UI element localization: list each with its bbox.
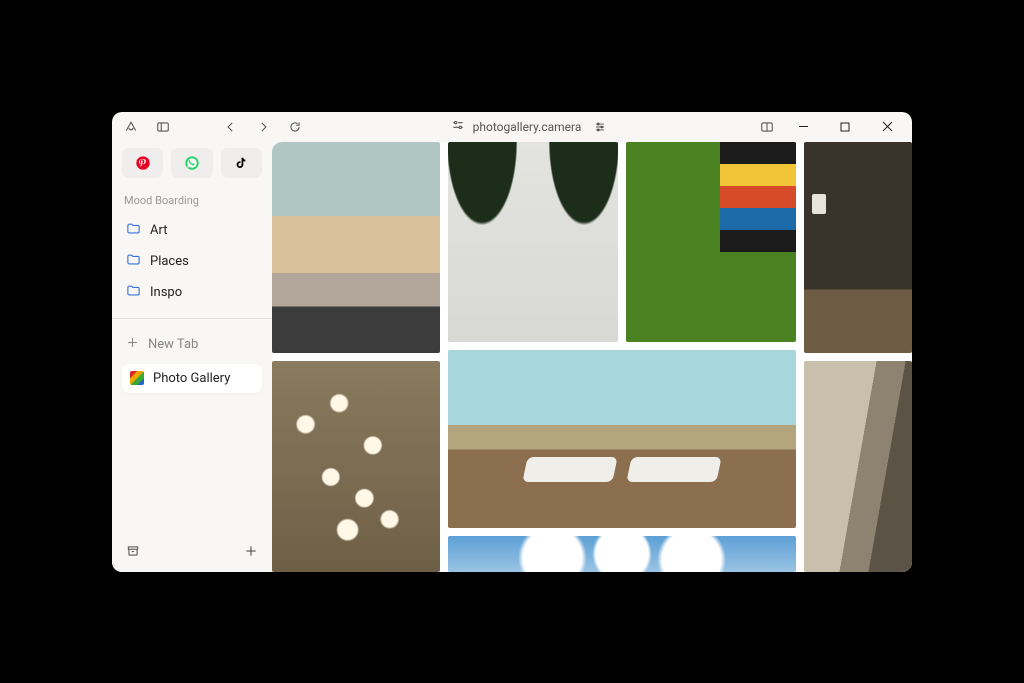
folder-icon bbox=[126, 221, 141, 240]
window-maximize[interactable] bbox=[828, 114, 862, 140]
gallery-image[interactable] bbox=[448, 350, 796, 528]
plus-icon bbox=[126, 336, 139, 353]
folder-places[interactable]: Places bbox=[122, 246, 262, 277]
gallery-image[interactable] bbox=[448, 142, 618, 342]
pinned-apps-row bbox=[122, 148, 262, 178]
address-bar[interactable]: photogallery.camera bbox=[451, 118, 582, 135]
page-settings-icon[interactable] bbox=[589, 116, 611, 138]
sidebar-footer bbox=[122, 532, 262, 562]
browser-window: photogallery.camera bbox=[112, 112, 912, 572]
sidebar: Mood Boarding Art Places Inspo New Tab P… bbox=[112, 142, 272, 572]
arc-logo-icon[interactable] bbox=[120, 116, 142, 138]
folder-icon bbox=[126, 283, 141, 302]
sidebar-section-label: Mood Boarding bbox=[124, 194, 260, 207]
forward-button[interactable] bbox=[252, 116, 274, 138]
folder-art[interactable]: Art bbox=[122, 215, 262, 246]
pinned-tiktok[interactable] bbox=[221, 148, 262, 178]
folder-label: Inspo bbox=[150, 285, 182, 300]
pinned-whatsapp[interactable] bbox=[171, 148, 212, 178]
split-view-icon[interactable] bbox=[756, 116, 778, 138]
window-close[interactable] bbox=[870, 114, 904, 140]
tab-label: Photo Gallery bbox=[153, 371, 230, 386]
new-tab-label: New Tab bbox=[148, 337, 198, 352]
new-tab-button[interactable]: New Tab bbox=[122, 329, 262, 360]
window-minimize[interactable] bbox=[786, 114, 820, 140]
window-body: Mood Boarding Art Places Inspo New Tab P… bbox=[112, 142, 912, 572]
sidebar-divider bbox=[112, 318, 272, 319]
gallery-image[interactable] bbox=[804, 361, 912, 572]
archive-icon[interactable] bbox=[122, 540, 144, 562]
sidebar-toggle-icon[interactable] bbox=[152, 116, 174, 138]
folder-inspo[interactable]: Inspo bbox=[122, 277, 262, 308]
reload-button[interactable] bbox=[284, 116, 306, 138]
gallery-image[interactable] bbox=[448, 536, 796, 572]
gallery-image[interactable] bbox=[272, 361, 440, 572]
titlebar: photogallery.camera bbox=[112, 112, 912, 142]
url-text: photogallery.camera bbox=[473, 120, 582, 134]
photo-grid bbox=[272, 142, 912, 572]
folder-icon bbox=[126, 252, 141, 271]
back-button[interactable] bbox=[220, 116, 242, 138]
add-space-icon[interactable] bbox=[240, 540, 262, 562]
page-content bbox=[272, 142, 912, 572]
gallery-image[interactable] bbox=[626, 142, 796, 342]
folder-label: Art bbox=[150, 223, 167, 238]
gallery-image[interactable] bbox=[804, 142, 912, 353]
site-settings-icon[interactable] bbox=[451, 118, 465, 135]
pinned-pinterest[interactable] bbox=[122, 148, 163, 178]
gallery-image[interactable] bbox=[272, 142, 440, 353]
folder-label: Places bbox=[150, 254, 189, 269]
tab-photo-gallery[interactable]: Photo Gallery bbox=[122, 364, 262, 393]
tab-favicon-icon bbox=[130, 371, 144, 385]
